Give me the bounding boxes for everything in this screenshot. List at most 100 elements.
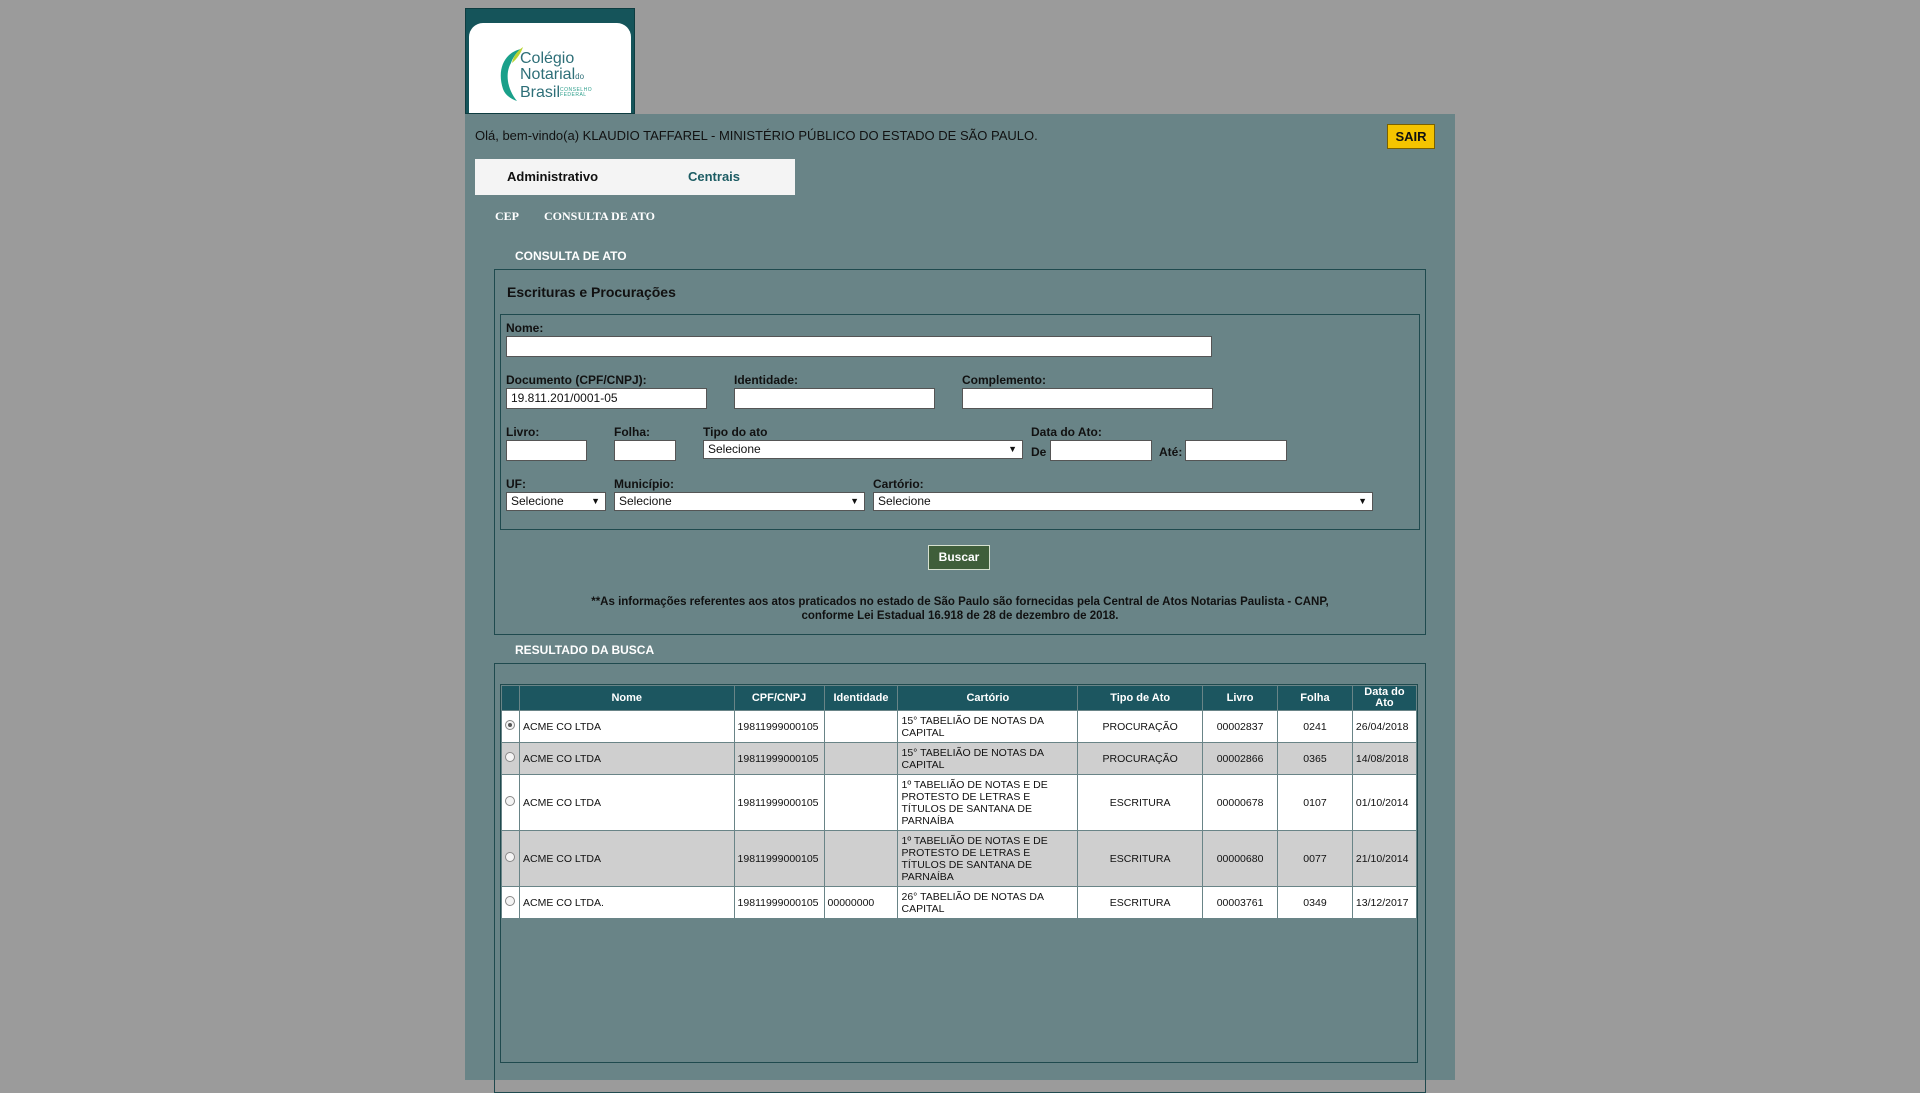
- data-label: Data do Ato:: [1031, 425, 1102, 439]
- table-row[interactable]: ACME CO LTDA 19811999000105 1º TABELIÃO DE…: [501, 830, 1418, 887]
- cell-data: 01/10/2014: [1351, 774, 1418, 831]
- documento-label: Documento (CPF/CNPJ):: [506, 373, 647, 387]
- complemento-label: Complemento:: [962, 373, 1046, 387]
- uf-label: UF:: [506, 477, 526, 491]
- row-radio: [501, 830, 520, 887]
- header-data[interactable]: Data do Ato: [1351, 685, 1418, 711]
- cell-identidade: 00000000: [823, 886, 899, 919]
- table-row[interactable]: ACME CO LTDA 19811999000105 15° TABELIÃO D…: [501, 742, 1418, 775]
- chevron-down-icon: ▼: [1008, 444, 1017, 454]
- cell-cpf: 19811999000105: [733, 886, 825, 919]
- table-row[interactable]: ACME CO LTDA 19811999000105 15° TABELIÃO D…: [501, 710, 1418, 743]
- livro-input[interactable]: [506, 440, 587, 461]
- cell-nome: ACME CO LTDA: [518, 774, 735, 831]
- data-de-input[interactable]: [1050, 440, 1152, 461]
- cell-cpf: 19811999000105: [733, 710, 825, 743]
- cell-cpf: 19811999000105: [733, 774, 825, 831]
- nome-input[interactable]: [506, 336, 1212, 357]
- logo-header: Colégio Notarialdo BrasilCONSELHO FEDERAL: [465, 8, 635, 114]
- note-line1: **As informações referentes aos atos pra…: [591, 596, 1329, 608]
- header-livro[interactable]: Livro: [1202, 685, 1279, 711]
- livro-label: Livro:: [506, 425, 540, 439]
- folha-label: Folha:: [614, 425, 650, 439]
- main-container: Olá, bem-vindo(a) KLAUDIO TAFFAREL - MIN…: [465, 114, 1455, 1093]
- uf-select-value: Selecione: [511, 494, 564, 508]
- chevron-down-icon: ▼: [1358, 496, 1367, 506]
- cell-folha: 0107: [1277, 774, 1353, 831]
- cartorio-select[interactable]: Selecione ▼: [873, 492, 1373, 511]
- row-select-radio[interactable]: [505, 720, 516, 730]
- search-section-title: CONSULTA DE ATO: [515, 249, 627, 263]
- cell-data: 21/10/2014: [1351, 830, 1418, 887]
- welcome-text: Olá, bem-vindo(a) KLAUDIO TAFFAREL - MIN…: [475, 128, 1038, 143]
- cell-identidade: [823, 742, 899, 775]
- search-form: Nome: Documento (CPF/CNPJ): 19.811.201/0…: [500, 314, 1420, 530]
- identidade-label: Identidade:: [734, 373, 799, 387]
- cartorio-select-value: Selecione: [878, 494, 931, 508]
- municipio-select[interactable]: Selecione ▼: [614, 492, 865, 511]
- row-select-radio[interactable]: [505, 796, 516, 806]
- cell-folha: 0349: [1277, 886, 1353, 919]
- tipo-select[interactable]: Selecione ▼: [703, 440, 1023, 459]
- documento-input[interactable]: 19.811.201/0001-05: [506, 388, 707, 409]
- data-de-label: De: [1031, 445, 1047, 459]
- header-tipo[interactable]: Tipo de Ato: [1077, 685, 1204, 711]
- table-row[interactable]: ACME CO LTDA 19811999000105 1º TABELIÃO DE…: [501, 774, 1418, 831]
- row-radio: [501, 886, 520, 919]
- cell-identidade: [823, 774, 899, 831]
- cell-folha: 0241: [1277, 710, 1353, 743]
- header-nome[interactable]: Nome: [518, 685, 735, 711]
- cell-cpf: 19811999000105: [733, 830, 825, 887]
- subnav-cep[interactable]: CEP: [495, 209, 519, 224]
- canp-note: **As informações referentes aos atos pra…: [495, 595, 1425, 623]
- table-header-row: Nome CPF/CNPJ Identidade Cartório Tipo d…: [501, 685, 1418, 711]
- cell-nome: ACME CO LTDA: [518, 830, 735, 887]
- logo-line2: Notarial: [520, 66, 576, 83]
- search-panel: Escrituras e Procurações Nome: Documento…: [494, 269, 1426, 635]
- row-radio: [501, 742, 520, 775]
- nome-label: Nome:: [506, 321, 544, 335]
- tab-bar: Administrativo Centrais: [475, 159, 795, 195]
- note-line2: conforme Lei Estadual 16.918 de 28 de de…: [801, 610, 1119, 622]
- tab-administrativo[interactable]: Administrativo: [507, 169, 598, 184]
- municipio-select-value: Selecione: [619, 494, 672, 508]
- identidade-input[interactable]: [734, 388, 935, 409]
- results-panel: Nome CPF/CNPJ Identidade Cartório Tipo d…: [494, 663, 1426, 1093]
- cell-livro: 00000678: [1202, 774, 1279, 831]
- complemento-input[interactable]: [962, 388, 1213, 409]
- logout-button[interactable]: SAIR: [1387, 124, 1435, 149]
- folha-input[interactable]: [614, 440, 676, 461]
- uf-select[interactable]: Selecione ▼: [506, 492, 606, 511]
- cell-tipo: ESCRITURA: [1077, 886, 1204, 919]
- tab-centrais[interactable]: Centrais: [688, 169, 740, 184]
- results-table: Nome CPF/CNPJ Identidade Cartório Tipo d…: [501, 685, 1418, 919]
- cell-tipo: PROCURAÇÃO: [1077, 710, 1204, 743]
- cell-data: 13/12/2017: [1351, 886, 1418, 919]
- cell-cartorio: 15° TABELIÃO DE NOTAS DA CAPITAL: [897, 710, 1079, 743]
- header-cpf[interactable]: CPF/CNPJ: [733, 685, 825, 711]
- cell-cartorio: 26° TABELIÃO DE NOTAS DA CAPITAL: [897, 886, 1079, 919]
- cell-nome: ACME CO LTDA: [518, 742, 735, 775]
- buscar-button[interactable]: Buscar: [928, 545, 990, 570]
- header-identidade[interactable]: Identidade: [823, 685, 899, 711]
- row-radio: [501, 710, 520, 743]
- data-ate-input[interactable]: [1185, 440, 1287, 461]
- row-select-radio[interactable]: [505, 896, 516, 906]
- cell-nome: ACME CO LTDA: [518, 710, 735, 743]
- cell-livro: 00000680: [1202, 830, 1279, 887]
- cell-tipo: ESCRITURA: [1077, 830, 1204, 887]
- logo-line2-small: do: [575, 72, 585, 81]
- chevron-down-icon: ▼: [591, 496, 600, 506]
- cell-tipo: ESCRITURA: [1077, 774, 1204, 831]
- table-row[interactable]: ACME CO LTDA. 19811999000105 00000000 26° T…: [501, 886, 1418, 919]
- row-select-radio[interactable]: [505, 852, 516, 862]
- row-select-radio[interactable]: [505, 752, 516, 762]
- tipo-label: Tipo do ato: [703, 425, 768, 439]
- logo-line3: Brasil: [520, 84, 561, 101]
- header-folha[interactable]: Folha: [1277, 685, 1353, 711]
- subnav-consulta-ato[interactable]: CONSULTA DE ATO: [544, 209, 655, 224]
- results-grid: Nome CPF/CNPJ Identidade Cartório Tipo d…: [500, 684, 1418, 1063]
- panel-title: Escrituras e Procurações: [507, 284, 676, 300]
- cell-nome: ACME CO LTDA.: [518, 886, 735, 919]
- header-cartorio[interactable]: Cartório: [897, 685, 1079, 711]
